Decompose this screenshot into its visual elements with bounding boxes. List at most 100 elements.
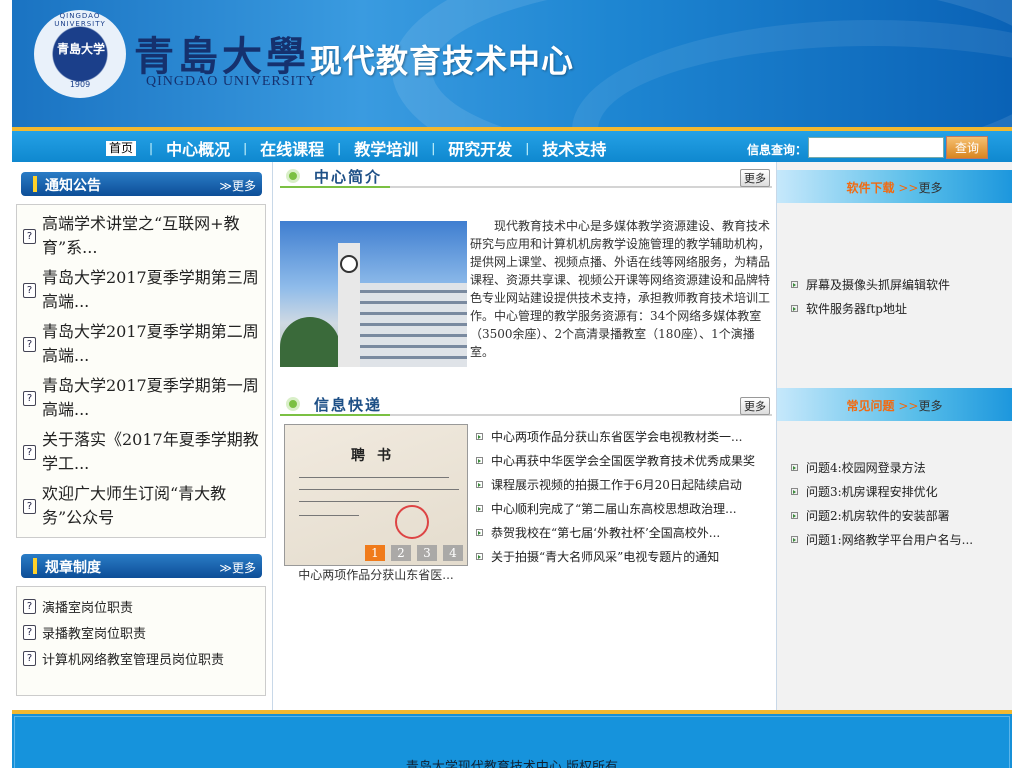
- list-item[interactable]: ? 计算机网络教室管理员岗位职责: [17, 645, 265, 671]
- list-item[interactable]: 中心顺利完成了“第二届山东高校思想政治理...: [476, 496, 772, 520]
- question-icon: ?: [23, 282, 36, 298]
- certificate-line: [299, 489, 459, 490]
- list-item[interactable]: 问题3:机房课程安排优化: [791, 483, 938, 500]
- footer-copyright: 青岛大学现代教育技术中心 版权所有: [405, 760, 619, 768]
- software-header: 软件下载 >>更多: [777, 170, 1012, 203]
- list-item[interactable]: ? 青岛大学2017夏季学期第二周高端...: [17, 317, 265, 371]
- certificate-line: [299, 515, 359, 516]
- notice-title: 通知公告: [45, 178, 101, 194]
- nav-item-online-courses[interactable]: 在线课程: [260, 136, 324, 160]
- title-underline: [280, 186, 390, 188]
- nav-home-link[interactable]: 首页: [106, 140, 137, 156]
- arrow-right-icon: [791, 536, 798, 543]
- campus-photo: [280, 221, 467, 367]
- search-input[interactable]: [808, 137, 944, 158]
- arrow-right-icon: [476, 528, 483, 536]
- slider-dot[interactable]: 1: [365, 545, 385, 561]
- rules-more-link[interactable]: ≫更多: [219, 559, 256, 576]
- list-item[interactable]: ? 青岛大学2017夏季学期第三周高端...: [17, 263, 265, 317]
- notice-item-text[interactable]: 高端学术讲堂之“互联网+教育”系...: [42, 212, 259, 260]
- notice-item-text[interactable]: 欢迎广大师生订阅“青大教务”公众号: [42, 482, 259, 530]
- software-title[interactable]: 软件下载: [847, 181, 895, 195]
- search-button[interactable]: 查询: [946, 136, 988, 159]
- arrow-right-icon: [476, 456, 483, 464]
- faq-item-text[interactable]: 问题2:机房软件的安装部署: [806, 507, 950, 524]
- list-item[interactable]: ? 演播室岗位职责: [17, 593, 265, 619]
- list-item[interactable]: 关于拍摄“青大名师风采”电视专题片的通知: [476, 544, 772, 568]
- rule-item-text[interactable]: 演播室岗位职责: [42, 597, 133, 616]
- notice-item-text[interactable]: 关于落实《2017年夏季学期教学工...: [42, 428, 259, 476]
- photo-building: [360, 283, 467, 367]
- news-item-text[interactable]: 中心两项作品分获山东省医学会电视教材类一...: [491, 428, 742, 445]
- list-item[interactable]: 恭贺我校在“第七届‘外教社杯’全国高校外...: [476, 520, 772, 544]
- faq-item-text[interactable]: 问题3:机房课程安排优化: [806, 483, 938, 500]
- intro-more-button[interactable]: 更多: [740, 169, 770, 187]
- list-item[interactable]: 中心两项作品分获山东省医学会电视教材类一...: [476, 424, 772, 448]
- rule-item-text[interactable]: 计算机网络教室管理员岗位职责: [42, 649, 224, 668]
- list-item[interactable]: ? 录播教室岗位职责: [17, 619, 265, 645]
- nav-item-overview[interactable]: 中心概况: [166, 136, 230, 160]
- list-item[interactable]: 课程展示视频的拍摄工作于6月20日起陆续启动: [476, 472, 772, 496]
- question-icon: ?: [23, 390, 36, 406]
- certificate-line: [299, 477, 449, 478]
- notice-more-link[interactable]: ≫更多: [219, 177, 256, 194]
- rule-item-text[interactable]: 录播教室岗位职责: [42, 623, 146, 642]
- news-slider[interactable]: 聘书 1234: [284, 424, 468, 566]
- list-item[interactable]: 问题2:机房软件的安装部署: [791, 507, 950, 524]
- faq-item-text[interactable]: 问题4:校园网登录方法: [806, 459, 926, 476]
- software-item-text[interactable]: 软件服务器ftp地址: [806, 300, 907, 317]
- nav-item-research[interactable]: 研究开发: [448, 136, 512, 160]
- nav-item-tech-support[interactable]: 技术支持: [542, 136, 606, 160]
- faq-title[interactable]: 常见问题: [847, 399, 895, 413]
- footer: 青岛大学现代教育技术中心 版权所有: [12, 710, 1012, 768]
- question-icon: ?: [23, 336, 36, 352]
- slider-dot[interactable]: 3: [417, 545, 437, 561]
- faq-item-text[interactable]: 问题1:网络教学平台用户名与...: [806, 531, 973, 548]
- university-logo[interactable]: QINGDAO UNIVERSITY 青島大学 1909 青島大學 QINGDA…: [34, 10, 316, 100]
- list-item[interactable]: ? 青岛大学2017夏季学期第一周高端...: [17, 371, 265, 425]
- news-item-text[interactable]: 恭贺我校在“第七届‘外教社杯’全国高校外...: [491, 524, 720, 541]
- software-more-link[interactable]: 更多: [918, 181, 942, 195]
- clock-icon: [340, 255, 358, 273]
- seal-center-text: 青島大学: [56, 42, 105, 56]
- main-nav: 首页 | 中心概况 | 在线课程 | 教学培训 | 研究开发 | 技术支持 信息…: [12, 127, 1012, 162]
- arrow-right-icon: [476, 432, 483, 440]
- title-underline: [280, 414, 390, 416]
- question-icon: ?: [23, 650, 36, 666]
- faq-more-link[interactable]: 更多: [918, 399, 942, 413]
- list-item[interactable]: 中心再获中华医学会全国医学教育技术优秀成果奖: [476, 448, 772, 472]
- arrows-glyph: >>: [898, 399, 919, 413]
- arrow-right-icon: [791, 464, 798, 471]
- university-name-en: QINGDAO UNIVERSITY: [146, 74, 317, 89]
- list-item[interactable]: 软件服务器ftp地址: [791, 300, 907, 317]
- nav-item-training[interactable]: 教学培训: [354, 136, 418, 160]
- arrow-right-icon: [476, 552, 483, 560]
- certificate-line: [299, 501, 419, 502]
- news-item-text[interactable]: 关于拍摄“青大名师风采”电视专题片的通知: [491, 548, 719, 565]
- notice-item-text[interactable]: 青岛大学2017夏季学期第一周高端...: [42, 374, 259, 422]
- news-more-button[interactable]: 更多: [740, 397, 770, 415]
- list-item[interactable]: ? 高端学术讲堂之“互联网+教育”系...: [17, 209, 265, 263]
- list-item[interactable]: 屏幕及摄像头抓屏编辑软件: [791, 276, 950, 293]
- list-item[interactable]: 问题1:网络教学平台用户名与...: [791, 531, 973, 548]
- list-item[interactable]: 问题4:校园网登录方法: [791, 459, 926, 476]
- question-icon: ?: [23, 598, 36, 614]
- news-item-text[interactable]: 中心顺利完成了“第二届山东高校思想政治理...: [491, 500, 737, 517]
- left-column: 通知公告 ≫更多 ? 高端学术讲堂之“互联网+教育”系... ? 青岛大学2017夏…: [12, 162, 273, 710]
- news-item-text[interactable]: 中心再获中华医学会全国医学教育技术优秀成果奖: [491, 452, 755, 469]
- arrow-right-icon: [476, 504, 483, 512]
- notice-item-text[interactable]: 青岛大学2017夏季学期第三周高端...: [42, 266, 259, 314]
- list-item[interactable]: ? 关于落实《2017年夏季学期教学工...: [17, 425, 265, 479]
- rules-header: 规章制度 ≫更多: [21, 554, 262, 578]
- slider-dot[interactable]: 4: [443, 545, 463, 561]
- news-item-text[interactable]: 课程展示视频的拍摄工作于6月20日起陆续启动: [491, 476, 742, 493]
- software-item-text[interactable]: 屏幕及摄像头抓屏编辑软件: [806, 276, 950, 293]
- news-header: 信息快递 更多: [280, 392, 772, 416]
- nav-separator: |: [337, 141, 342, 155]
- slider-pagination: 1234: [359, 545, 463, 561]
- slider-dot[interactable]: 2: [391, 545, 411, 561]
- list-item[interactable]: ? 欢迎广大师生订阅“青大教务”公众号: [17, 479, 265, 533]
- intro-header: 中心简介 更多: [280, 164, 772, 188]
- notice-item-text[interactable]: 青岛大学2017夏季学期第二周高端...: [42, 320, 259, 368]
- slider-caption[interactable]: 中心两项作品分获山东省医...: [284, 566, 468, 583]
